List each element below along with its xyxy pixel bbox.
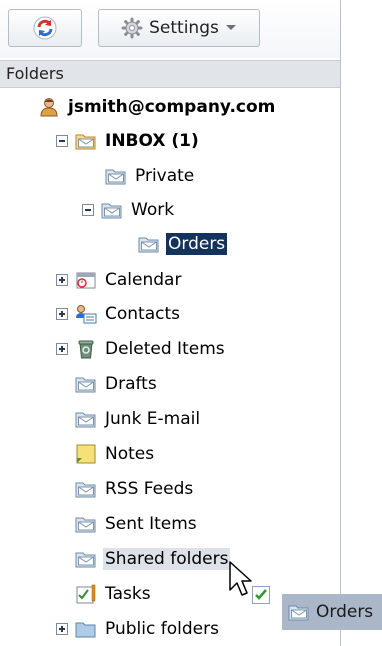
tree-item-drafts[interactable]: Drafts [75,368,159,400]
move-cursor-icon [229,561,252,596]
tasks-icon [76,584,96,604]
mail-folder-icon [75,549,97,569]
calendar-icon [76,272,96,289]
chevron-down-icon [225,25,236,30]
mail-folder-icon [75,409,97,429]
tree-item-label: Drafts [105,374,157,394]
tree-item-rss[interactable]: RSS Feeds [75,473,195,505]
tree-item-notes[interactable]: Notes [75,438,156,470]
expand-toggle-icon[interactable] [56,623,68,635]
tree-item-label: Tasks [105,584,151,604]
tree-item-public[interactable]: Public folders [56,613,221,645]
tree-item-inbox[interactable]: INBOX (1) [56,125,201,157]
tree-item-label: Work [131,200,175,220]
expand-toggle-icon[interactable] [56,308,68,320]
mail-folder-icon [105,166,127,186]
tree-item-deleted-items[interactable]: Deleted Items [56,333,227,365]
tree-item-sent[interactable]: Sent Items [75,508,199,540]
tree-item-contacts[interactable]: Contacts [56,298,182,330]
mail-folder-icon [101,200,123,220]
gear-icon [121,17,143,39]
drag-ghost-label: Orders [316,602,374,622]
tree-item-calendar[interactable]: Calendar [56,264,183,296]
tree-item-label: RSS Feeds [105,479,194,499]
tree-item-label: Orders [166,233,228,255]
expand-toggle-icon[interactable] [56,343,68,355]
refresh-icon [33,16,57,40]
contacts-icon [76,305,97,324]
mail-folder-icon [75,374,97,394]
collapse-toggle-icon[interactable] [82,204,94,216]
mail-folder-icon [288,602,310,622]
tree-item-label: Public folders [105,619,219,639]
tree-item-private[interactable]: Private [105,160,196,192]
tree-item-label: Shared folders [103,548,231,570]
tree-item-shared[interactable]: Shared folders [75,543,231,575]
drag-ghost: Orders [282,594,382,630]
tree-item-tasks[interactable]: Tasks [75,578,153,610]
mail-folder-icon [75,479,97,499]
tree-item-label: Junk E-mail [105,409,201,429]
folders-header: Folders [0,60,340,88]
tree-item-label: Calendar [105,270,182,290]
folder-pane: Settings Folders jsmith@company.com INBO… [0,0,341,646]
tree-item-work[interactable]: Work [82,194,176,226]
folder-icon [75,622,96,638]
expand-toggle-icon[interactable] [56,274,68,286]
tree-item-junk[interactable]: Junk E-mail [75,403,202,435]
mail-folder-icon [138,234,160,254]
tree-item-label: jsmith@company.com [68,97,276,117]
inbox-folder-icon [75,131,97,151]
user-account-icon [40,98,58,117]
tree-item-account[interactable]: jsmith@company.com [38,91,277,123]
notes-icon [76,444,96,464]
collapse-toggle-icon[interactable] [56,135,68,147]
tree-item-label: Private [135,166,195,186]
settings-button[interactable]: Settings [98,9,260,47]
tree-item-label: Deleted Items [105,339,225,359]
tree-item-label: Contacts [105,304,180,324]
recycle-bin-icon [78,340,94,359]
refresh-button[interactable] [8,9,82,47]
tree-item-label: Sent Items [105,514,197,534]
tree-item-label: INBOX (1) [105,131,199,151]
toolbar: Settings [0,0,340,58]
mail-folder-icon [75,514,97,534]
tree-item-label: Notes [105,444,155,464]
settings-label: Settings [149,18,219,38]
tree-item-orders[interactable]: Orders [138,228,228,260]
